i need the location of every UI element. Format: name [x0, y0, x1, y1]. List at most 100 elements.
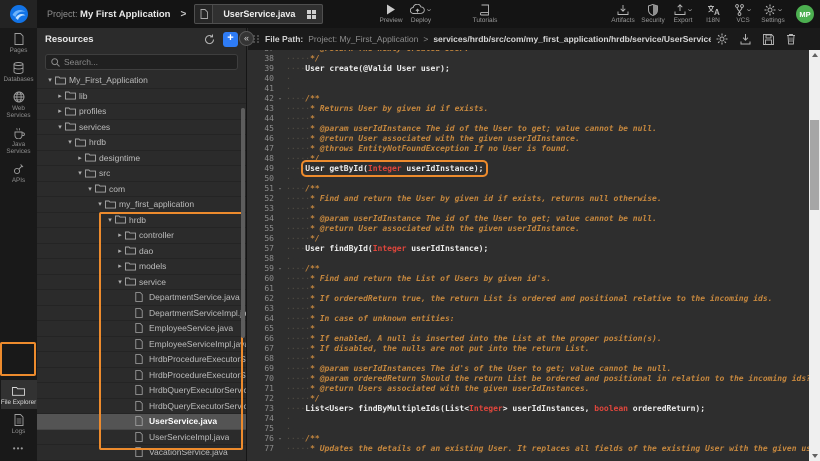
- code-line-63[interactable]: 63·····*: [248, 304, 809, 314]
- chevron-right-icon[interactable]: ▸: [115, 247, 125, 255]
- line-number[interactable]: 42: [248, 94, 274, 104]
- sidebar-item-databases[interactable]: Databases: [1, 57, 37, 86]
- tree-item-hrdbprocedureexecutorservice-java[interactable]: HrdbProcedureExecutorService.java: [37, 352, 246, 368]
- i18n-button[interactable]: A I18N: [698, 3, 728, 24]
- code-line-68[interactable]: 68·····*: [248, 354, 809, 364]
- tree-item-my-first-application[interactable]: ▾my_first_application: [37, 197, 246, 213]
- tree-item-employeeservice-java[interactable]: EmployeeService.java: [37, 321, 246, 337]
- code-line-56[interactable]: 56·····*/: [248, 234, 809, 244]
- editor-scrollbar-thumb[interactable]: [810, 120, 819, 210]
- code-line-40[interactable]: 40·: [248, 74, 809, 84]
- line-number[interactable]: 57: [248, 244, 274, 254]
- chevron-down-icon[interactable]: ▾: [115, 278, 125, 286]
- line-number[interactable]: 49: [248, 164, 274, 174]
- fold-marker-icon[interactable]: -: [274, 184, 286, 194]
- code-line-42[interactable]: 42-····/**: [248, 94, 809, 104]
- code-line-55[interactable]: 55·····* @return User associated with th…: [248, 224, 809, 234]
- tree-item-controller[interactable]: ▸controller: [37, 228, 246, 244]
- tree-item-com[interactable]: ▾com: [37, 182, 246, 198]
- code-line-46[interactable]: 46·····* @return User associated with th…: [248, 134, 809, 144]
- chevron-right-icon[interactable]: ▸: [75, 154, 85, 162]
- fold-marker-icon[interactable]: -: [274, 94, 286, 104]
- code-line-59[interactable]: 59-····/**: [248, 264, 809, 274]
- sidebar-item-file-explorer[interactable]: File Explorer: [1, 380, 37, 409]
- collapse-panel-button[interactable]: «: [239, 31, 254, 46]
- chevron-down-icon[interactable]: ▾: [65, 138, 75, 146]
- sidebar-item-web-services[interactable]: Web Services: [1, 86, 37, 122]
- tree-item-departmentservice-java[interactable]: DepartmentService.java: [37, 290, 246, 306]
- line-number[interactable]: 48: [248, 154, 274, 164]
- line-number[interactable]: 47: [248, 144, 274, 154]
- grid-icon[interactable]: [305, 10, 322, 19]
- code-line-72[interactable]: 72·····*/: [248, 394, 809, 404]
- code-line-51[interactable]: 51-····/**: [248, 184, 809, 194]
- code-line-57[interactable]: 57····User findById(Integer userIdInstan…: [248, 244, 809, 254]
- sidebar-item-pages[interactable]: Pages: [1, 28, 37, 57]
- tree-item-dao[interactable]: ▸dao: [37, 244, 246, 260]
- line-number[interactable]: 65: [248, 324, 274, 334]
- tree-item-hrdb[interactable]: ▾hrdb: [37, 213, 246, 229]
- fold-marker-icon[interactable]: -: [274, 434, 286, 444]
- line-number[interactable]: 43: [248, 104, 274, 114]
- line-number[interactable]: 44: [248, 114, 274, 124]
- tree-item-hrdbprocedureexecutorserviceimpl-java[interactable]: HrdbProcedureExecutorServiceImpl.java: [37, 368, 246, 384]
- code-area[interactable]: 37·····* @return The newly created User.…: [248, 50, 809, 461]
- chevron-down-icon[interactable]: ▾: [95, 200, 105, 208]
- chevron-down-icon[interactable]: ▾: [45, 76, 55, 84]
- tree-item-src[interactable]: ▾src: [37, 166, 246, 182]
- line-number[interactable]: 60: [248, 274, 274, 284]
- line-number[interactable]: 52: [248, 194, 274, 204]
- save-file-icon[interactable]: [763, 34, 774, 45]
- tree-item-hrdbqueryexecutorserviceimpl-java[interactable]: HrdbQueryExecutorServiceImpl.java: [37, 399, 246, 415]
- user-avatar[interactable]: MP: [796, 5, 814, 23]
- chevron-down-icon[interactable]: ▾: [85, 185, 95, 193]
- chevron-right-icon[interactable]: ▸: [55, 107, 65, 115]
- line-number[interactable]: 41: [248, 84, 274, 94]
- settings-button[interactable]: ⌄ Settings: [758, 3, 788, 24]
- editor-settings-gear-icon[interactable]: [716, 33, 728, 45]
- line-number[interactable]: 73: [248, 404, 274, 414]
- line-number[interactable]: 77: [248, 444, 274, 454]
- line-number[interactable]: 70: [248, 374, 274, 384]
- tree-item-lib[interactable]: ▸lib: [37, 89, 246, 105]
- code-line-64[interactable]: 64·····* In case of unknown entities:: [248, 314, 809, 324]
- chevron-right-icon[interactable]: ▸: [55, 92, 65, 100]
- tree-item-profiles[interactable]: ▸profiles: [37, 104, 246, 120]
- download-file-icon[interactable]: [740, 33, 751, 45]
- line-number[interactable]: 64: [248, 314, 274, 324]
- code-line-74[interactable]: 74·: [248, 414, 809, 424]
- code-line-71[interactable]: 71·····* @return Users associated with t…: [248, 384, 809, 394]
- code-line-65[interactable]: 65·····*: [248, 324, 809, 334]
- project-breadcrumb[interactable]: Project: My First Application: [47, 9, 170, 20]
- line-number[interactable]: 62: [248, 294, 274, 304]
- code-line-53[interactable]: 53·····*: [248, 204, 809, 214]
- scroll-down-arrow-icon[interactable]: [812, 454, 818, 458]
- tree-item-my-first-application[interactable]: ▾My_First_Application: [37, 73, 246, 89]
- search-box[interactable]: [45, 54, 238, 70]
- tree-item-services[interactable]: ▾services: [37, 120, 246, 136]
- sidebar-item-java-services[interactable]: Java Services: [1, 122, 37, 158]
- code-line-67[interactable]: 67·····* If disabled, the nulls are not …: [248, 344, 809, 354]
- code-line-52[interactable]: 52·····* Find and return the User by giv…: [248, 194, 809, 204]
- code-line-66[interactable]: 66·····* If enabled, A null is inserted …: [248, 334, 809, 344]
- sidebar-item-apis[interactable]: APIs: [1, 158, 37, 187]
- line-number[interactable]: 71: [248, 384, 274, 394]
- line-number[interactable]: 74: [248, 414, 274, 424]
- line-number[interactable]: 45: [248, 124, 274, 134]
- line-number[interactable]: 66: [248, 334, 274, 344]
- tree-item-hrdbqueryexecutorservice-java[interactable]: HrdbQueryExecutorService.java: [37, 383, 246, 399]
- tree-item-designtime[interactable]: ▸designtime: [37, 151, 246, 167]
- line-number[interactable]: 51: [248, 184, 274, 194]
- code-line-45[interactable]: 45·····* @param userIdInstance The id of…: [248, 124, 809, 134]
- search-input[interactable]: [64, 57, 232, 67]
- line-number[interactable]: 59: [248, 264, 274, 274]
- code-line-41[interactable]: 41·: [248, 84, 809, 94]
- line-number[interactable]: 39: [248, 64, 274, 74]
- tree-item-models[interactable]: ▸models: [37, 259, 246, 275]
- tree-item-employeeserviceimpl-java[interactable]: EmployeeServiceImpl.java: [37, 337, 246, 353]
- code-line-75[interactable]: 75·: [248, 424, 809, 434]
- chevron-right-icon[interactable]: ▸: [115, 231, 125, 239]
- code-line-73[interactable]: 73····List<User> findByMultipleIds(List<…: [248, 404, 809, 414]
- chevron-right-icon[interactable]: ▸: [115, 262, 125, 270]
- code-line-58[interactable]: 58·: [248, 254, 809, 264]
